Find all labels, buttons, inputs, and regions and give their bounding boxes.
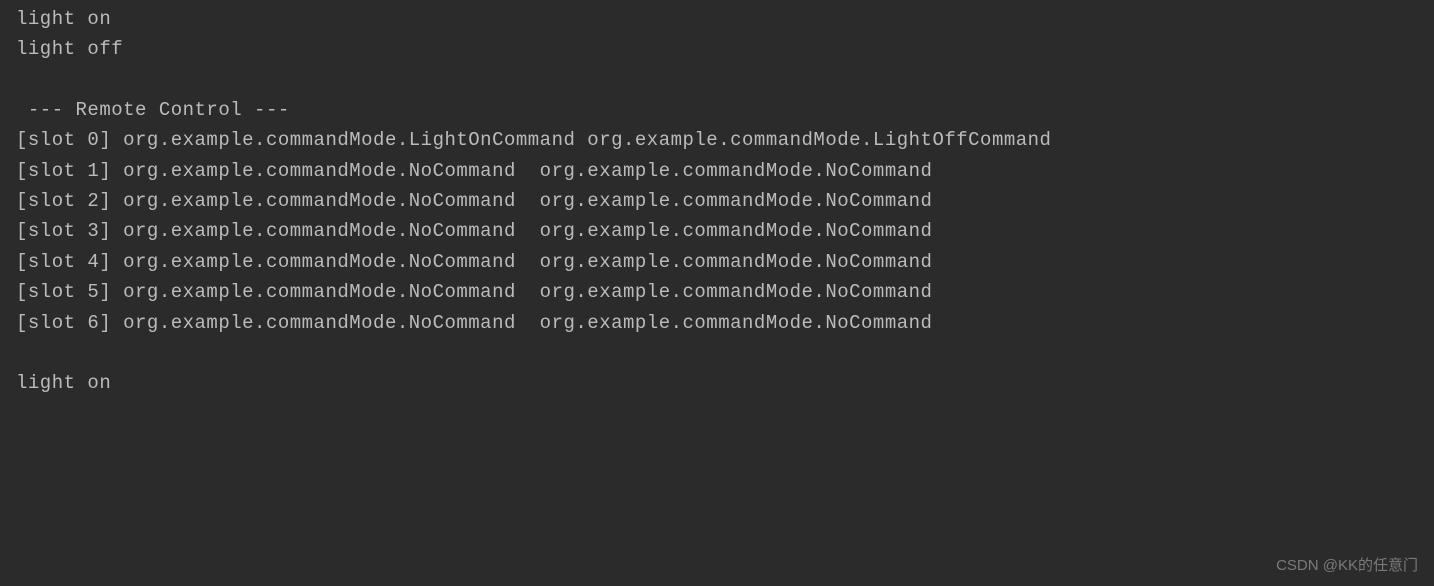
output-line: light on bbox=[16, 4, 1418, 34]
output-line: light off bbox=[16, 34, 1418, 64]
output-slot-line: [slot 3] org.example.commandMode.NoComma… bbox=[16, 216, 1418, 246]
output-blank-line bbox=[16, 65, 1418, 95]
watermark-text: CSDN @KK的任意门 bbox=[1276, 554, 1418, 578]
output-slot-line: [slot 5] org.example.commandMode.NoComma… bbox=[16, 277, 1418, 307]
output-slot-line: [slot 1] org.example.commandMode.NoComma… bbox=[16, 156, 1418, 186]
output-header-line: --- Remote Control --- bbox=[16, 95, 1418, 125]
output-slot-line: [slot 4] org.example.commandMode.NoComma… bbox=[16, 247, 1418, 277]
output-slot-line: [slot 6] org.example.commandMode.NoComma… bbox=[16, 308, 1418, 338]
console-output: light on light off --- Remote Control --… bbox=[16, 4, 1418, 398]
output-line: light on bbox=[16, 368, 1418, 398]
output-blank-line bbox=[16, 338, 1418, 368]
output-slot-line: [slot 2] org.example.commandMode.NoComma… bbox=[16, 186, 1418, 216]
output-slot-line: [slot 0] org.example.commandMode.LightOn… bbox=[16, 125, 1418, 155]
